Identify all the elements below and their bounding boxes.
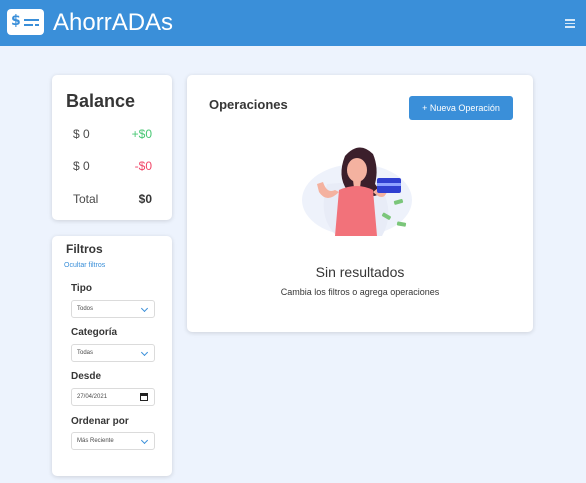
category-label: Categoría <box>71 327 118 338</box>
since-date-input[interactable]: 27/04/2021 <box>71 388 155 406</box>
logo-line <box>35 24 39 26</box>
since-date-value: 27/04/2021 <box>77 394 108 400</box>
chevron-down-icon <box>140 348 149 357</box>
balance-row-value: +$0 <box>131 127 152 141</box>
balance-row-label: Total <box>73 192 99 206</box>
balance-row-label: $ 0 <box>73 159 90 173</box>
balance-row-value: $0 <box>138 192 152 206</box>
category-select[interactable]: Todas <box>71 344 155 362</box>
operations-card: Operaciones + Nueva Operación Sin result… <box>187 75 533 332</box>
category-select-value: Todas <box>77 350 94 356</box>
type-select[interactable]: Todos <box>71 300 155 318</box>
order-select-value: Más Reciente <box>77 438 114 444</box>
balance-row-value: -$0 <box>134 159 152 173</box>
empty-state-subtitle: Cambia los filtros o agrega operaciones <box>280 287 440 297</box>
chevron-down-icon <box>140 304 149 313</box>
balance-row-label: $ 0 <box>73 127 90 141</box>
logo-dollar: $ <box>11 13 21 29</box>
new-operation-button[interactable]: + Nueva Operación <box>409 96 513 120</box>
order-label: Ordenar por <box>71 416 129 427</box>
empty-state-illustration-icon <box>302 147 412 236</box>
since-label: Desde <box>71 371 102 382</box>
type-select-value: Todos <box>77 306 94 312</box>
chevron-down-icon <box>140 436 149 445</box>
operations-title: Operaciones <box>209 97 288 112</box>
hamburger-icon[interactable] <box>565 19 575 28</box>
order-select[interactable]: Más Reciente <box>71 432 155 450</box>
type-label: Tipo <box>71 283 92 294</box>
logo-line <box>24 24 33 26</box>
filters-card: Filtros Ocultar filtros Tipo Todos Categ… <box>52 236 172 476</box>
balance-title: Balance <box>66 91 136 111</box>
empty-state-title: Sin resultados <box>315 264 405 280</box>
balance-card: Balance $ 0 +$0 $ 0 -$0 Total $0 <box>52 75 172 220</box>
logo-icon[interactable]: $ <box>7 9 44 35</box>
brand-title[interactable]: AhorrADAs <box>53 8 173 38</box>
calendar-icon[interactable] <box>140 393 148 401</box>
logo-line <box>24 19 39 21</box>
hide-filters-link[interactable]: Ocultar filtros <box>64 261 105 270</box>
navbar: $ AhorrADAs <box>0 0 586 46</box>
filters-title: Filtros <box>66 242 103 256</box>
